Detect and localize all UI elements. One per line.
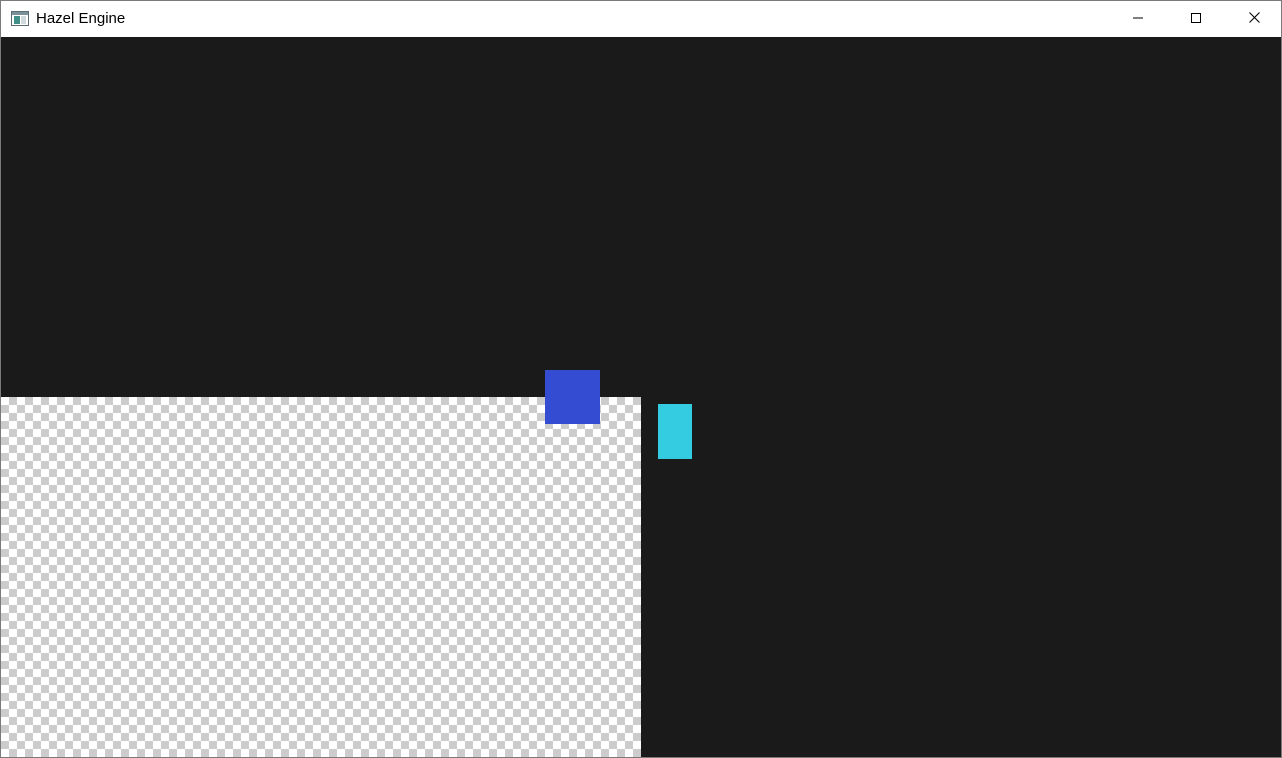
checkerboard-texture-quad [1,397,641,757]
app-window-icon [11,11,29,26]
close-button[interactable] [1225,1,1281,37]
cyan-quad [658,404,692,459]
maximize-button[interactable] [1167,1,1225,37]
close-icon [1248,10,1260,28]
title-bar[interactable]: Hazel Engine [1,1,1281,37]
blue-quad [545,370,600,424]
minimize-icon [1133,10,1143,28]
render-viewport[interactable] [1,37,1281,757]
maximize-icon [1191,10,1201,28]
app-window: Hazel Engine [0,0,1282,758]
minimize-button[interactable] [1109,1,1167,37]
window-title: Hazel Engine [36,10,126,27]
